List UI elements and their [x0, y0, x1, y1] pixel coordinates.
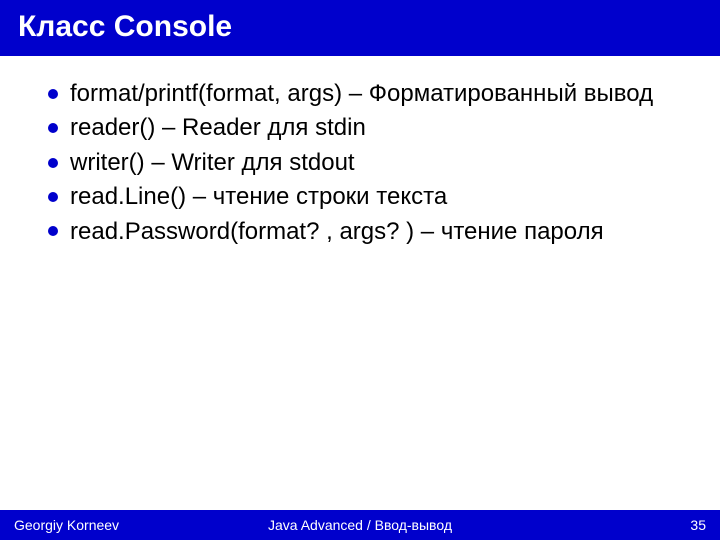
list-item: read.Password(format? , args? ) – чтение…: [48, 216, 692, 248]
footer-course: Java Advanced / Ввод-вывод: [0, 517, 720, 533]
list-item: reader() – Reader для stdin: [48, 112, 692, 144]
slide-title: Класс Console: [18, 10, 702, 44]
list-item: writer() – Writer для stdout: [48, 147, 692, 179]
footer-bar: Georgiy Korneev Java Advanced / Ввод-выв…: [0, 510, 720, 540]
slide: Класс Console format/printf(format, args…: [0, 0, 720, 540]
bullet-list: format/printf(format, args) – Форматиров…: [48, 78, 692, 248]
list-item: read.Line() – чтение строки текста: [48, 181, 692, 213]
title-bar: Класс Console: [0, 0, 720, 56]
list-item: format/printf(format, args) – Форматиров…: [48, 78, 692, 110]
content-area: format/printf(format, args) – Форматиров…: [0, 56, 720, 540]
